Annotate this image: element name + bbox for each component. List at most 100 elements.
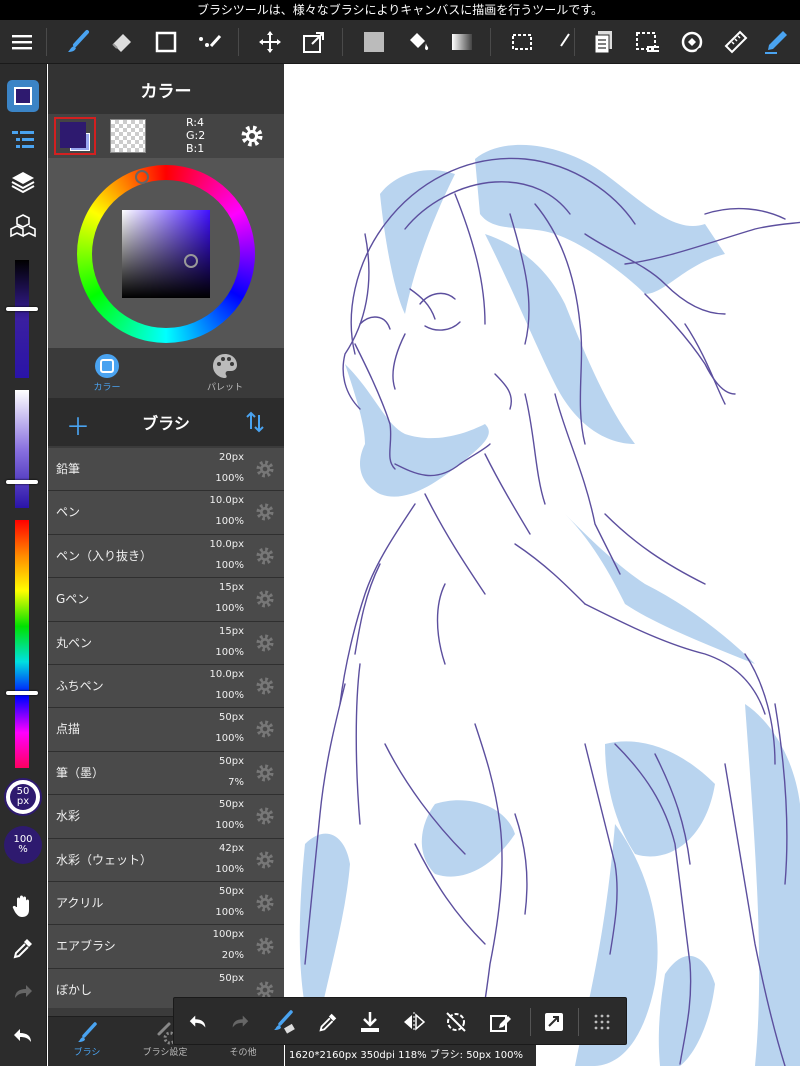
brush-settings-gear-icon[interactable] xyxy=(255,459,275,479)
move-icon[interactable] xyxy=(254,26,286,58)
app-root: ブラシツールは、様々なブラシによりキャンバスに描画を行うツールです。 50 px… xyxy=(0,0,800,1066)
color-panel-title: カラー xyxy=(48,64,284,114)
saturation-value-square[interactable] xyxy=(122,210,210,298)
sv-marker[interactable] xyxy=(184,254,198,268)
brush-name: 水彩 xyxy=(56,809,81,824)
brush-settings-gear-icon[interactable] xyxy=(255,850,275,870)
brush-opacity: 100% xyxy=(215,559,244,571)
brush-row[interactable]: ふちペン 10.0px 100% xyxy=(48,664,284,709)
brush-name: 筆（墨） xyxy=(56,765,105,780)
brush-row[interactable]: 鉛筆 20px 100% xyxy=(48,448,284,492)
quick-undo-icon[interactable] xyxy=(182,1006,214,1038)
brush-name: ぼかし xyxy=(56,982,93,997)
brush-settings-gear-icon[interactable] xyxy=(255,719,275,739)
quick-clear-icon[interactable] xyxy=(484,1006,516,1038)
brush-opacity: 100% xyxy=(215,516,244,528)
quick-rotate-reset-icon[interactable] xyxy=(440,1006,472,1038)
undo-icon[interactable] xyxy=(7,1020,39,1052)
brush-row[interactable]: 丸ペン 15px 100% xyxy=(48,621,284,665)
select-icon[interactable] xyxy=(506,26,538,58)
sub-color-swatch[interactable] xyxy=(110,119,146,153)
brush-settings-gear-icon[interactable] xyxy=(255,806,275,826)
brush-size-button[interactable]: 50 px xyxy=(4,778,42,816)
hand-icon[interactable] xyxy=(7,890,39,922)
quick-brush-eraser-icon[interactable] xyxy=(268,1006,300,1038)
sort-icon[interactable] xyxy=(246,411,264,437)
brush-settings-gear-icon[interactable] xyxy=(255,589,275,609)
brush-row[interactable]: アクリル 50px 100% xyxy=(48,881,284,926)
bucket-icon[interactable] xyxy=(402,26,434,58)
ruler-icon[interactable] xyxy=(720,26,752,58)
brush-size: 50px xyxy=(219,755,244,767)
quick-transform-icon[interactable] xyxy=(538,1006,570,1038)
rotate-icon[interactable] xyxy=(676,26,708,58)
quick-grid-menu-icon[interactable] xyxy=(586,1006,618,1038)
tab-palette[interactable]: パレット xyxy=(166,352,284,398)
brush-settings-gear-icon[interactable] xyxy=(255,936,275,956)
tab-other-label: その他 xyxy=(229,1048,257,1058)
tab-brush[interactable]: ブラシ xyxy=(48,1021,126,1066)
color-tab-icon xyxy=(95,354,119,378)
layers-icon[interactable] xyxy=(7,166,39,198)
brush-row[interactable]: Gペン 15px 100% xyxy=(48,578,284,622)
brush-name: 水彩（ウェット） xyxy=(56,852,153,867)
brush-row[interactable]: 点描 50px 100% xyxy=(48,708,284,752)
pen-icon[interactable] xyxy=(760,26,792,58)
add-brush-icon[interactable]: ＋ xyxy=(66,407,90,442)
rgb-r: R:4 xyxy=(186,116,205,129)
menu-icon[interactable] xyxy=(6,26,38,58)
brush-row[interactable]: 水彩（ウェット） 42px 100% xyxy=(48,838,284,882)
brush-row[interactable]: 筆（墨） 50px 7% xyxy=(48,751,284,796)
rectangle-icon[interactable] xyxy=(150,26,182,58)
main-color-swatch[interactable] xyxy=(54,117,96,155)
color-panel-icon[interactable] xyxy=(7,80,39,112)
gradient-icon[interactable] xyxy=(446,26,478,58)
eraser-icon[interactable] xyxy=(106,26,138,58)
lasso-icon[interactable] xyxy=(550,26,582,58)
copy-icon[interactable] xyxy=(588,26,620,58)
opacity-button[interactable]: 100 % xyxy=(4,826,42,864)
slider-thumb[interactable] xyxy=(6,307,38,311)
brush-settings-gear-icon[interactable] xyxy=(255,893,275,913)
brush-name: エアブラシ xyxy=(56,939,116,954)
slider-thumb[interactable] xyxy=(6,691,38,695)
select-layer-icon[interactable] xyxy=(632,26,664,58)
fill-color-icon[interactable] xyxy=(358,26,390,58)
dot-brush-icon[interactable] xyxy=(194,26,226,58)
brush-settings-gear-icon[interactable] xyxy=(255,546,275,566)
transform-icon[interactable] xyxy=(298,26,330,58)
brush-row[interactable]: ペン（入り抜き） 10.0px 100% xyxy=(48,534,284,579)
brush-opacity: 100% xyxy=(215,646,244,658)
drawing-canvas[interactable] xyxy=(285,64,800,1066)
brush-name: Gペン xyxy=(56,592,90,607)
quick-flip-icon[interactable] xyxy=(398,1006,430,1038)
brush-icon[interactable] xyxy=(62,26,94,58)
brush-settings-gear-icon[interactable] xyxy=(255,763,275,783)
redo-icon[interactable] xyxy=(7,976,39,1008)
brush-opacity: 100% xyxy=(215,733,244,745)
brush-settings-gear-icon[interactable] xyxy=(255,633,275,653)
hue-slider[interactable] xyxy=(15,520,29,768)
slider-thumb[interactable] xyxy=(6,480,38,484)
status-bar: 1620*2160px 350dpi 118% ブラシ: 50px 100% xyxy=(285,1045,536,1066)
hue-dark-slider[interactable] xyxy=(15,260,29,378)
brush-row[interactable]: ペン 10.0px 100% xyxy=(48,491,284,535)
quick-redo-icon[interactable] xyxy=(224,1006,256,1038)
tab-color[interactable]: カラー xyxy=(48,352,166,398)
side-panel: カラー R:4 G:2 B:1 カラー パレット ＋ ブラシ 鉛筆 20px 1… xyxy=(48,64,284,1066)
materials-icon[interactable] xyxy=(7,210,39,242)
gear-icon[interactable] xyxy=(238,122,266,150)
layer-list-icon[interactable] xyxy=(7,124,39,156)
eyedropper-icon[interactable] xyxy=(7,932,39,964)
brush-size: 15px xyxy=(219,625,244,637)
quick-eyedropper-icon[interactable] xyxy=(312,1006,344,1038)
brush-size: 10.0px xyxy=(209,538,244,550)
quick-fill-download-icon[interactable] xyxy=(354,1006,386,1038)
brush-row[interactable]: エアブラシ 100px 20% xyxy=(48,925,284,969)
saturation-slider[interactable] xyxy=(15,390,29,508)
brush-settings-gear-icon[interactable] xyxy=(255,502,275,522)
brush-row[interactable]: 水彩 50px 100% xyxy=(48,795,284,839)
hue-marker[interactable] xyxy=(135,170,149,184)
brush-settings-gear-icon[interactable] xyxy=(255,676,275,696)
color-tabs: カラー パレット xyxy=(48,348,284,398)
